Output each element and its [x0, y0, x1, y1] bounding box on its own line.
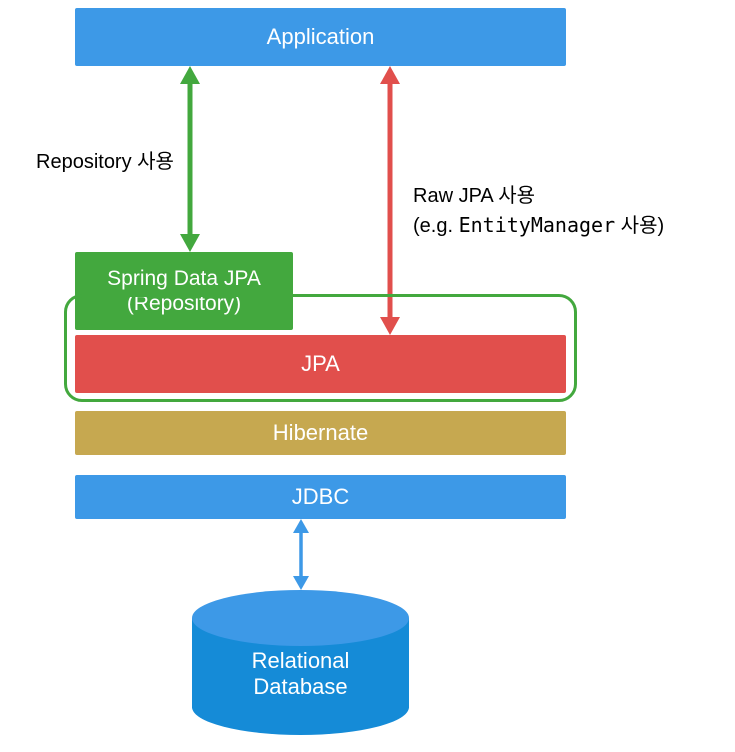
box-jdbc: JDBC — [75, 475, 566, 519]
label-line1: Raw JPA 사용 — [413, 182, 664, 211]
label-repository-usage: Repository 사용 — [36, 148, 174, 177]
box-label-line2: (Repository) — [107, 291, 261, 316]
box-label: Application — [267, 24, 375, 50]
cylinder-top-ellipse — [192, 590, 409, 646]
box-hibernate: Hibernate — [75, 411, 566, 455]
label-line2: (e.g. EntityManager 사용) — [413, 211, 664, 241]
arrow-jdbc-to-database — [290, 519, 312, 590]
architecture-diagram: Application Repository 사용 Raw JPA 사용 (e.… — [0, 0, 735, 752]
box-application: Application — [75, 8, 566, 66]
label-raw-jpa-usage: Raw JPA 사용 (e.g. EntityManager 사용) — [413, 182, 664, 241]
box-label: JDBC — [292, 484, 349, 510]
database-cylinder: Relational Database — [192, 590, 409, 735]
db-label-line2: Database — [192, 674, 409, 700]
box-label: JPA — [301, 351, 340, 377]
db-label-line1: Relational — [192, 648, 409, 674]
box-label-line1: Spring Data JPA — [107, 266, 261, 291]
arrow-app-to-springdatajpa — [175, 66, 205, 252]
box-jpa: JPA — [75, 335, 566, 393]
box-label: Hibernate — [273, 420, 368, 446]
arrow-app-to-jpa — [375, 66, 405, 335]
database-label: Relational Database — [192, 648, 409, 701]
label-text: Repository 사용 — [36, 151, 174, 173]
box-spring-data-jpa: Spring Data JPA (Repository) — [75, 252, 293, 330]
